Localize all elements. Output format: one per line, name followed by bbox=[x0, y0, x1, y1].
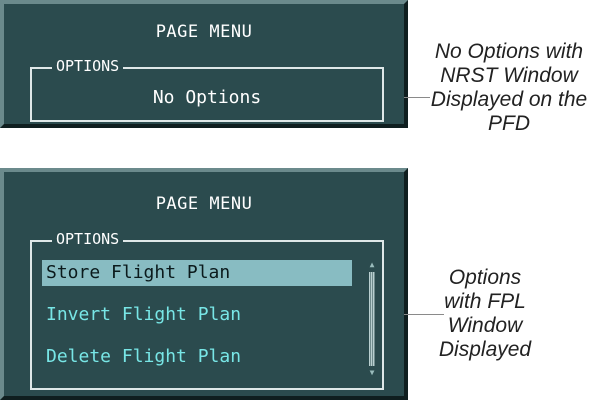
menu-scrollbar[interactable]: ▲ ▼ bbox=[368, 260, 376, 378]
menu-item-invert-flight-plan[interactable]: Invert Flight Plan bbox=[42, 302, 352, 328]
scroll-down-arrow-icon[interactable]: ▼ bbox=[368, 368, 376, 378]
no-options-message: No Options bbox=[152, 87, 262, 108]
callout-no-options: No Options with NRST Window Displayed on… bbox=[430, 40, 588, 135]
scrollbar-thumb[interactable] bbox=[369, 272, 375, 366]
options-label: OPTIONS bbox=[52, 231, 124, 247]
options-group: OPTIONS No Options bbox=[30, 58, 384, 122]
page-menu-window-fpl: PAGE MENU OPTIONS Store Flight Plan Inve… bbox=[0, 168, 408, 400]
scroll-up-arrow-icon[interactable]: ▲ bbox=[368, 260, 376, 270]
menu-item-store-flight-plan[interactable]: Store Flight Plan bbox=[42, 260, 352, 286]
page-menu-title: PAGE MENU bbox=[155, 194, 253, 214]
options-group: OPTIONS Store Flight Plan Invert Flight … bbox=[30, 231, 384, 390]
callout-fpl-options: Options with FPL Window Displayed bbox=[438, 266, 532, 361]
page-menu-title: PAGE MENU bbox=[155, 22, 253, 42]
menu-item-delete-flight-plan[interactable]: Delete Flight Plan bbox=[42, 344, 352, 370]
options-label: OPTIONS bbox=[52, 58, 124, 74]
page-menu-window-no-options: PAGE MENU OPTIONS No Options bbox=[0, 0, 408, 128]
